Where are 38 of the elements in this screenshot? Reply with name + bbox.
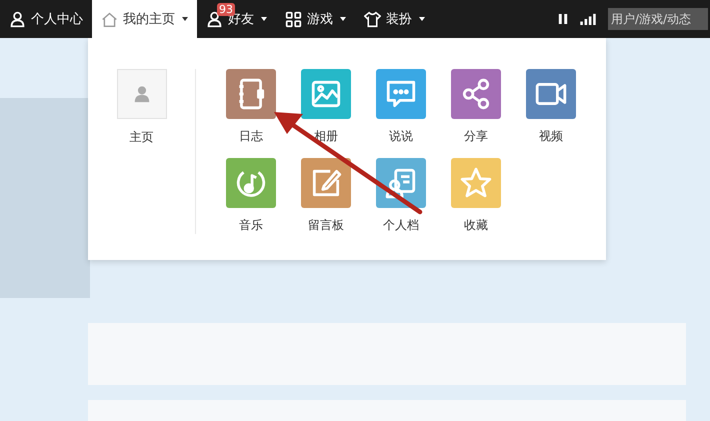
app-label: 分享 <box>463 128 489 145</box>
home-icon <box>101 10 118 28</box>
app-tile[interactable] <box>526 69 576 119</box>
nav-tab[interactable]: 个人中心 <box>0 0 92 38</box>
home-link[interactable] <box>116 69 166 119</box>
nav-tab[interactable]: 游戏 <box>276 0 355 38</box>
nav-label: 游戏 <box>307 11 333 28</box>
star-icon <box>459 166 493 200</box>
app-tile[interactable] <box>376 69 426 119</box>
app-tile[interactable] <box>376 158 426 208</box>
search-field[interactable]: 用户/游戏/动态 <box>608 8 708 30</box>
app-tile[interactable] <box>226 158 276 208</box>
app-label: 音乐 <box>238 217 264 234</box>
nav-label: 个人中心 <box>31 11 83 28</box>
pause-icon[interactable] <box>558 13 568 25</box>
app-label: 个人档 <box>382 217 420 234</box>
nav-label: 装扮 <box>386 11 412 28</box>
app-tile[interactable] <box>301 69 351 119</box>
app-tile[interactable] <box>226 69 276 119</box>
app-tile[interactable] <box>451 158 501 208</box>
contact-card-icon <box>384 166 418 200</box>
app-tile[interactable] <box>451 69 501 119</box>
person-icon <box>9 10 26 28</box>
app-label: 留言板 <box>307 217 345 234</box>
shirt-icon <box>364 10 381 28</box>
app-label: 说说 <box>388 128 414 145</box>
nav-tab[interactable]: 我的主页 <box>92 0 197 38</box>
app-label: 收藏 <box>463 217 489 234</box>
signal-bars-icon[interactable] <box>580 13 596 25</box>
nav-tab[interactable]: 装扮 <box>355 0 434 38</box>
app-label: 视频 <box>538 128 564 145</box>
app-label: 日志 <box>238 128 264 145</box>
app-tile[interactable] <box>301 158 351 208</box>
grid-icon <box>285 10 302 28</box>
person-icon <box>132 85 150 103</box>
app-label: 主页 <box>130 129 154 146</box>
nav-label: 我的主页 <box>123 11 175 28</box>
notification-badge: 93 <box>217 3 235 16</box>
